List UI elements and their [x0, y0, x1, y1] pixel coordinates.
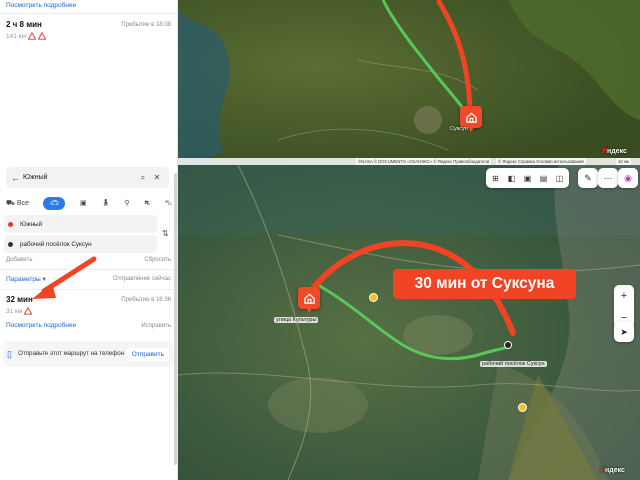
arrival-time-alt: Прибытие в 18:08	[121, 21, 171, 28]
satellite-map	[178, 165, 640, 480]
search-input[interactable]: Южный	[23, 174, 136, 181]
end-label: рабочий посёлок Суксун	[480, 361, 547, 367]
end-pin[interactable]	[504, 341, 512, 349]
poi-marker[interactable]	[518, 403, 527, 412]
transport-modes: ⛟ Все 🚗︎ ▣ 🚶︎ ⚲ ⛐ ⛍	[6, 196, 172, 210]
bike-icon: ⚲	[124, 200, 130, 207]
layers-icon[interactable]: ◫	[554, 173, 565, 184]
share-message: Отправьте этот маршрут на телефон	[18, 350, 125, 358]
walk-icon: 🚶︎	[101, 200, 110, 207]
distance-alt: 141 км	[6, 32, 26, 40]
more-icon[interactable]: ⋯	[598, 168, 618, 188]
edit-route-button[interactable]: Исправить	[141, 323, 171, 329]
destination-pin-top[interactable]	[460, 106, 482, 132]
send-button[interactable]: Отправить	[126, 347, 169, 361]
phone-icon: ▯	[7, 348, 12, 359]
car-bus-icon: ⛟	[6, 199, 15, 207]
yandex-logo-top: Яндекс	[602, 148, 627, 155]
satellite-map-top	[178, 0, 640, 165]
yandex-logo: Яндекс	[600, 467, 625, 474]
car-icon: 🚗︎	[49, 200, 59, 207]
mode-all[interactable]: ⛟ Все	[6, 199, 29, 208]
travel-time-banner: 30 мин от Суксуна	[393, 269, 576, 299]
mode-walk[interactable]: 🚶︎	[101, 199, 110, 207]
map-main[interactable]: улица Культуры рабочий посёлок Суксун 30…	[178, 165, 640, 480]
swap-icon[interactable]: ⇅	[162, 229, 169, 238]
transport-icon[interactable]: ▣	[522, 173, 533, 184]
arrow-left-icon[interactable]: ←	[11, 173, 23, 183]
start-pin[interactable]	[298, 287, 320, 313]
taxi-icon: ⛍	[164, 199, 172, 207]
search-bar[interactable]: ← Южный ⌕ ✕	[6, 167, 169, 188]
start-dot	[8, 221, 13, 227]
map-top[interactable]: Суксун ©NASA © DOCUMENTS «СКАНЭКС» © Янд…	[178, 0, 640, 165]
parking-icon[interactable]: ▤	[538, 173, 549, 184]
warning-icon	[27, 32, 36, 40]
zoom-in-icon[interactable]: +	[621, 290, 627, 302]
details-link-top[interactable]: Посмотреть подробнее	[6, 2, 76, 9]
ruler-icon[interactable]: ✎	[578, 168, 598, 188]
end-dot	[8, 241, 13, 247]
start-label: улица Культуры	[274, 317, 319, 323]
map-attribution-top: ©NASA © DOCUMENTS «СКАНЭКС» © Яндекс Пра…	[356, 158, 492, 165]
mode-taxi[interactable]: ⛍	[165, 199, 172, 208]
route-sidebar: ← Южный ⌕ ✕ ⛟ Все 🚗︎ ▣ 🚶︎ ⚲ ⛐ ⛍ Южный раб…	[0, 165, 178, 480]
top-sidebar: Посмотреть подробнее 2 ч 8 мин Прибытие …	[0, 0, 178, 165]
map-scale: 10 км	[616, 158, 631, 165]
route-point-to[interactable]: рабочий посёлок Суксун	[4, 235, 157, 253]
search-icon[interactable]: ⌕	[136, 173, 150, 183]
scrollbar[interactable]	[174, 173, 177, 465]
mode-bus[interactable]: ▣	[80, 199, 87, 207]
home-icon	[303, 292, 315, 304]
mode-car[interactable]: 🚗︎	[43, 196, 66, 210]
mode-bike[interactable]: ⚲	[125, 199, 130, 207]
toll-road-icon	[37, 32, 46, 40]
map-label-top: Суксун	[450, 126, 468, 132]
close-icon[interactable]: ✕	[150, 173, 164, 182]
home-icon	[465, 111, 477, 123]
mode-scooter[interactable]: ⛐	[144, 199, 150, 208]
details-link[interactable]: Посмотреть подробнее	[6, 322, 76, 329]
scooter-icon: ⛐	[144, 199, 151, 207]
annotation-arrow	[32, 256, 97, 299]
route-time-alt[interactable]: 2 ч 8 мин	[6, 20, 42, 29]
departure-select[interactable]: Отправление сейчас	[113, 276, 171, 282]
panorama-icon[interactable]: ◧	[506, 173, 517, 184]
poi-marker[interactable]	[369, 293, 378, 302]
profile-icon[interactable]: ◉	[618, 168, 638, 188]
map-attribution-links[interactable]: © Яндекс Справка Условия использования	[496, 158, 586, 165]
to-input[interactable]: рабочий посёлок Суксун	[20, 241, 92, 248]
share-route-card: ▯ Отправьте этот маршрут на телефон Отпр…	[3, 341, 173, 367]
traffic-icon[interactable]: ⊞	[490, 173, 501, 184]
arrival-time: Прибытие в 16:36	[121, 296, 171, 303]
map-layers-toolbar: ⊞ ◧ ▣ ▤ ◫	[486, 168, 569, 188]
reset-button[interactable]: Сбросить	[144, 257, 171, 263]
bus-icon: ▣	[79, 200, 87, 207]
route-point-from[interactable]: Южный	[4, 215, 157, 233]
divider	[0, 13, 178, 14]
from-input[interactable]: Южный	[20, 221, 42, 228]
locate-icon[interactable]: ➤	[614, 322, 634, 342]
